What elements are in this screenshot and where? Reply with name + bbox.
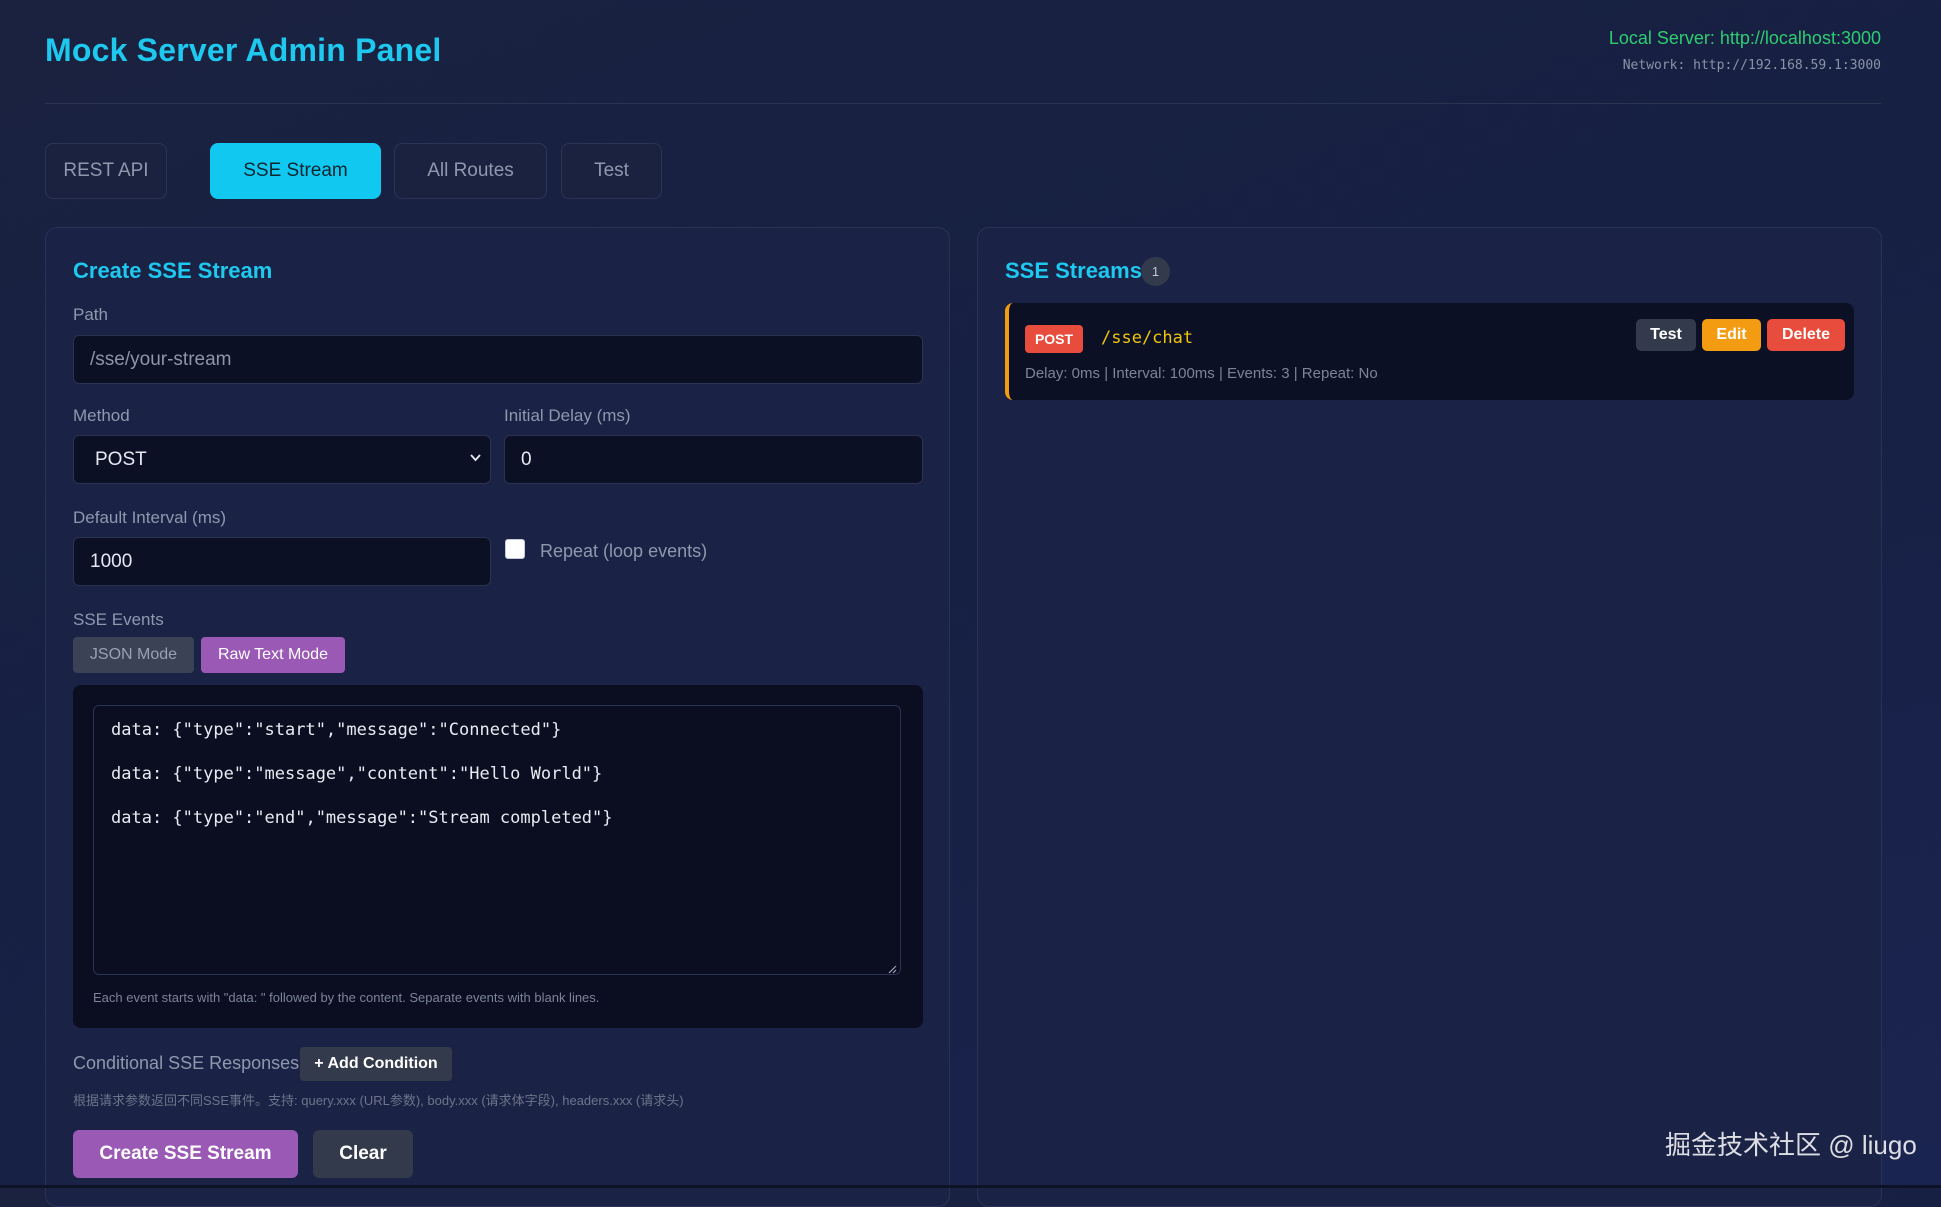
method-label: Method — [73, 406, 130, 425]
streams-panel-title: SSE Streams — [1005, 258, 1142, 283]
streams-count-badge: 1 — [1141, 257, 1170, 286]
app-header: Mock Server Admin Panel Local Server: ht… — [45, 0, 1881, 104]
raw-text-mode-button[interactable]: Raw Text Mode — [201, 637, 345, 673]
create-sse-stream-button[interactable]: Create SSE Stream — [73, 1130, 298, 1178]
stream-edit-button[interactable]: Edit — [1702, 319, 1761, 351]
default-interval-input[interactable]: 1000 — [73, 537, 491, 586]
default-interval-label: Default Interval (ms) — [73, 508, 227, 527]
network-server-url: Network: http://192.168.59.1:3000 — [1622, 58, 1881, 73]
repeat-checkbox[interactable] — [505, 539, 525, 559]
add-condition-button[interactable]: + Add Condition — [300, 1047, 452, 1081]
path-input[interactable]: /sse/your-stream — [73, 335, 923, 384]
event-line-3: data: {"type":"end","message":"Stream co… — [111, 808, 613, 828]
initial-delay-label: Initial Delay (ms) — [504, 406, 631, 425]
json-mode-button[interactable]: JSON Mode — [73, 637, 194, 673]
conditional-note: 根据请求参数返回不同SSE事件。支持: query.xxx (URL参数), b… — [73, 1093, 684, 1108]
sse-events-label: SSE Events — [73, 610, 164, 629]
stream-test-button[interactable]: Test — [1636, 319, 1696, 351]
create-sse-panel: Create SSE Stream Path /sse/your-stream … — [45, 227, 950, 1207]
path-label: Path — [73, 305, 108, 324]
stream-meta: Delay: 0ms | Interval: 100ms | Events: 3… — [1025, 365, 1378, 382]
sse-events-editor-container: data: {"type":"start","message":"Connect… — [73, 685, 923, 1028]
conditional-responses-label: Conditional SSE Responses — [73, 1053, 300, 1073]
tab-sse-stream[interactable]: SSE Stream — [210, 143, 381, 199]
tab-test[interactable]: Test — [561, 143, 662, 199]
initial-delay-input[interactable]: 0 — [504, 435, 923, 484]
app-title: Mock Server Admin Panel — [45, 32, 442, 68]
sse-events-textarea[interactable]: data: {"type":"start","message":"Connect… — [93, 705, 901, 975]
sse-streams-panel: SSE Streams 1 POST /sse/chat Delay: 0ms … — [977, 227, 1882, 1207]
method-select-value: POST — [95, 448, 147, 470]
tab-all-routes[interactable]: All Routes — [394, 143, 547, 199]
method-select[interactable]: POST — [73, 435, 491, 484]
clear-button[interactable]: Clear — [313, 1130, 413, 1178]
events-hint: Each event starts with "data: " followed… — [93, 990, 600, 1005]
method-badge: POST — [1025, 325, 1083, 353]
local-server-url: Local Server: http://localhost:3000 — [1608, 28, 1881, 48]
chevron-down-icon — [469, 451, 482, 467]
resize-handle-icon[interactable] — [887, 961, 897, 974]
stream-path: /sse/chat — [1101, 328, 1194, 348]
tab-rest-api[interactable]: REST API — [45, 143, 167, 199]
watermark: 掘金技术社区 @ liugo — [1665, 1130, 1917, 1160]
repeat-label: Repeat (loop events) — [540, 541, 708, 561]
create-panel-title: Create SSE Stream — [73, 258, 273, 283]
event-line-1: data: {"type":"start","message":"Connect… — [111, 720, 562, 740]
stream-delete-button[interactable]: Delete — [1767, 319, 1845, 351]
stream-card: POST /sse/chat Delay: 0ms | Interval: 10… — [1005, 303, 1854, 400]
event-line-2: data: {"type":"message","content":"Hello… — [111, 764, 603, 784]
